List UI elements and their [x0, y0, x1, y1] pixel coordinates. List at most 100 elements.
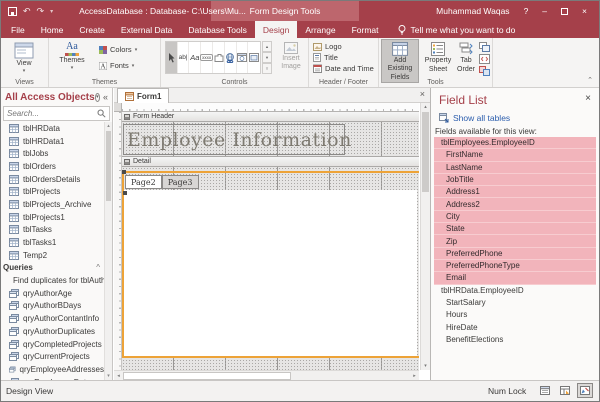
- nav-item-table[interactable]: tblProjects_Archive: [1, 198, 104, 211]
- scroll-up-icon[interactable]: ▴: [105, 123, 112, 129]
- field-list-row[interactable]: Hours: [434, 309, 596, 321]
- collapse-group-icon[interactable]: ^: [96, 263, 100, 272]
- hyperlink-control-button[interactable]: [225, 42, 237, 73]
- view-button[interactable]: View ▾: [6, 39, 42, 75]
- title-button[interactable]: Title: [309, 52, 378, 63]
- nav-item-query[interactable]: Find duplicates for tblAuthors: [1, 274, 104, 287]
- maximize-button[interactable]: [561, 8, 568, 15]
- scroll-up-icon[interactable]: ▴: [421, 104, 430, 110]
- field-list-row[interactable]: HireDate: [434, 321, 596, 333]
- shutter-bar-close-button[interactable]: «: [103, 92, 108, 102]
- selection-handle[interactable]: [123, 191, 127, 195]
- nav-item-query[interactable]: qryEmployeeAddresses: [1, 363, 104, 376]
- tell-me-box[interactable]: Tell me what you want to do: [398, 21, 515, 38]
- nav-item-query[interactable]: qryAuthorContantInfo: [1, 312, 104, 325]
- collapse-ribbon-button[interactable]: ⌃: [587, 76, 593, 84]
- search-icon[interactable]: [97, 109, 106, 118]
- field-list-row[interactable]: JobTitle: [434, 174, 596, 186]
- nav-item-query[interactable]: qryAuthorDuplicates: [1, 325, 104, 338]
- show-all-tables-link[interactable]: Show all tables: [439, 113, 510, 123]
- customize-qat-button[interactable]: ▾: [50, 8, 53, 15]
- redo-button[interactable]: ↷: [37, 7, 45, 16]
- field-list-row[interactable]: Email: [434, 272, 596, 284]
- gallery-scroll-down[interactable]: ▾: [262, 52, 272, 63]
- nav-item-query[interactable]: qryCompletedProjects: [1, 338, 104, 351]
- textbox-control-button[interactable]: ab|: [178, 42, 190, 73]
- logo-button[interactable]: Logo: [309, 41, 378, 52]
- nav-item-table[interactable]: tblProjects: [1, 185, 104, 198]
- field-list-row[interactable]: BenefitElections: [434, 334, 596, 346]
- minimize-button[interactable]: –: [542, 6, 547, 16]
- document-tab-form1[interactable]: Form1: [117, 88, 169, 103]
- form-header-grid[interactable]: Employee Information: [122, 122, 419, 157]
- nav-item-table[interactable]: tblOrdersDetails: [1, 173, 104, 186]
- form-page-tab[interactable]: Page2: [125, 175, 162, 189]
- nav-menu-button[interactable]: ▾: [95, 93, 100, 102]
- ribbon-tab[interactable]: Database Tools: [180, 21, 254, 38]
- scroll-left-icon[interactable]: ◂: [114, 373, 123, 379]
- tab-control-button[interactable]: [213, 42, 225, 73]
- detail-section[interactable]: Page2Page3: [122, 167, 419, 370]
- field-list-row[interactable]: FirstName: [434, 149, 596, 161]
- user-name[interactable]: Muhammad Waqas: [436, 6, 509, 16]
- field-list-row[interactable]: Address2: [434, 198, 596, 210]
- close-document-icon[interactable]: ×: [420, 89, 425, 99]
- form-view-button[interactable]: [537, 383, 553, 398]
- design-view-button[interactable]: [577, 383, 593, 398]
- insert-image-button[interactable]: Insert Image: [275, 42, 307, 82]
- nav-item-query[interactable]: qryAuthorAge: [1, 287, 104, 300]
- nav-item-query[interactable]: qryAuthorBDays: [1, 300, 104, 313]
- nav-item-table[interactable]: tblJobs: [1, 147, 104, 160]
- undo-button[interactable]: ↶: [23, 7, 31, 16]
- colors-button[interactable]: Colors ▾: [99, 45, 137, 54]
- scroll-down-icon[interactable]: ▾: [105, 373, 112, 379]
- field-list-row[interactable]: PreferredPhoneType: [434, 260, 596, 272]
- detail-section-bar[interactable]: Detail: [122, 157, 419, 167]
- property-sheet-button[interactable]: Property Sheet: [423, 39, 453, 74]
- field-list-row[interactable]: StartSalary: [434, 297, 596, 309]
- close-button[interactable]: ×: [582, 6, 587, 16]
- ribbon-tab[interactable]: File: [3, 21, 33, 38]
- fonts-button[interactable]: A Fonts ▾: [99, 61, 134, 70]
- view-code-icon[interactable]: [479, 54, 490, 64]
- convert-macros-icon[interactable]: [479, 66, 490, 76]
- field-list-row[interactable]: tblHRData.EmployeeID: [434, 285, 596, 297]
- nav-scrollbar[interactable]: ▴ ▾: [104, 122, 112, 380]
- add-existing-fields-button[interactable]: Add Existing Fields: [381, 39, 419, 83]
- tab-order-button[interactable]: Tab Order: [453, 39, 479, 74]
- close-field-list-icon[interactable]: ×: [585, 93, 591, 104]
- document-vertical-scrollbar[interactable]: ▴ ▾: [420, 103, 430, 370]
- selection-handle[interactable]: [122, 170, 126, 174]
- navigation-pane-title[interactable]: All Access Objects: [5, 92, 95, 103]
- gallery-more-button[interactable]: ▿: [262, 63, 272, 74]
- subform-new-window-icon[interactable]: [479, 42, 490, 52]
- nav-item-table[interactable]: tblTasks: [1, 224, 104, 237]
- field-list-row[interactable]: Address1: [434, 186, 596, 198]
- layout-view-button[interactable]: [557, 383, 573, 398]
- select-control-button[interactable]: [166, 42, 178, 73]
- nav-item-table[interactable]: tblHRData: [1, 122, 104, 135]
- nav-item-table[interactable]: tblTasks1: [1, 236, 104, 249]
- form-page-tab[interactable]: Page3: [162, 175, 199, 189]
- ribbon-tab[interactable]: Arrange: [297, 21, 343, 38]
- form-title-label-control[interactable]: Employee Information: [123, 124, 345, 155]
- field-list-row[interactable]: Zip: [434, 235, 596, 247]
- field-list-row[interactable]: LastName: [434, 162, 596, 174]
- themes-button[interactable]: Aa Themes ▾: [53, 39, 91, 72]
- subform-control-button[interactable]: [248, 42, 260, 73]
- scroll-down-icon[interactable]: ▾: [421, 363, 430, 369]
- nav-group-queries[interactable]: Queries ^: [1, 262, 104, 275]
- ribbon-tab[interactable]: Home: [33, 21, 72, 38]
- form-header-section-bar[interactable]: Form Header: [122, 112, 419, 122]
- help-button[interactable]: ?: [524, 6, 529, 16]
- horizontal-scrollbar-thumb[interactable]: [123, 372, 291, 380]
- nav-item-query[interactable]: qryCurrentProjects: [1, 350, 104, 363]
- ribbon-tab[interactable]: Create: [71, 21, 113, 38]
- nav-item-table[interactable]: tblOrders: [1, 160, 104, 173]
- tab-control-page-body[interactable]: [124, 190, 417, 357]
- nav-scrollbar-thumb[interactable]: [106, 131, 111, 201]
- nav-item-table[interactable]: tblProjects1: [1, 211, 104, 224]
- save-icon[interactable]: [8, 7, 17, 16]
- field-list-row[interactable]: City: [434, 211, 596, 223]
- ribbon-tab[interactable]: External Data: [113, 21, 181, 38]
